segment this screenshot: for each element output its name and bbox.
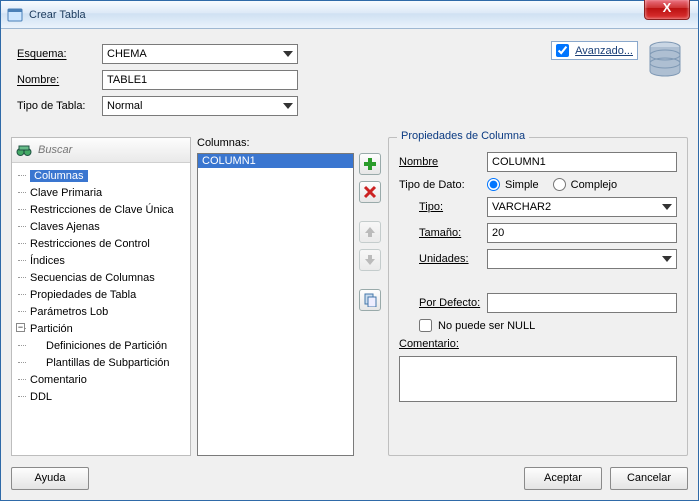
category-tree[interactable]: ColumnasClave PrimariaRestricciones de C… [12, 163, 190, 455]
search-bar [12, 138, 190, 163]
top-form: Esquema: CHEMA Nombre: Tipo de Tabla: No… [17, 41, 682, 129]
tree-item[interactable]: Comentario [18, 371, 188, 388]
prop-comment-textarea[interactable] [399, 356, 677, 402]
titlebar: Crear Tabla X [1, 1, 698, 29]
tabletype-combo[interactable]: Normal [102, 96, 298, 116]
window-close-button[interactable]: X [644, 0, 690, 20]
arrow-up-icon [364, 226, 376, 238]
copy-icon [363, 293, 377, 307]
tree-item[interactable]: Claves Ajenas [18, 218, 188, 235]
search-input[interactable] [36, 143, 186, 157]
binoculars-icon [16, 142, 32, 158]
tree-item[interactable]: Columnas [18, 167, 188, 184]
database-icon [648, 41, 682, 79]
prop-name-input[interactable] [487, 152, 677, 172]
prop-default-label: Por Defecto: [419, 297, 487, 309]
tree-item[interactable]: Propiedades de Tabla [18, 286, 188, 303]
advanced-label: Avanzado... [575, 45, 633, 57]
app-icon [7, 7, 23, 23]
datatype-complex-option[interactable]: Complejo [553, 178, 617, 191]
tree-item[interactable]: Secuencias de Columnas [18, 269, 188, 286]
schema-combo[interactable]: CHEMA [102, 44, 298, 64]
datatype-complex-radio[interactable] [553, 178, 566, 191]
columns-panel: Columnas: COLUMN1 [197, 137, 382, 456]
main-row: ColumnasClave PrimariaRestricciones de C… [11, 137, 688, 456]
tree-item[interactable]: Definiciones de Partición [18, 337, 188, 354]
tree-item[interactable]: Restricciones de Control [18, 235, 188, 252]
prop-units-label: Unidades: [419, 253, 487, 265]
datatype-simple-option[interactable]: Simple [487, 178, 539, 191]
column-properties-panel: Propiedades de Columna Nombre Tipo de Da… [388, 137, 688, 456]
arrow-down-icon [364, 254, 376, 266]
tree-item[interactable]: Clave Primaria [18, 184, 188, 201]
add-column-button[interactable] [359, 153, 381, 175]
properties-group-title: Propiedades de Columna [397, 130, 529, 142]
prop-type-combo[interactable]: VARCHAR2 [487, 197, 677, 217]
schema-label: Esquema: [17, 48, 102, 60]
columns-label: Columnas: [197, 137, 382, 153]
tree-item[interactable]: Parámetros Lob [18, 303, 188, 320]
category-panel: ColumnasClave PrimariaRestricciones de C… [11, 137, 191, 456]
tree-item[interactable]: Índices [18, 252, 188, 269]
prop-units-combo[interactable] [487, 249, 677, 269]
prop-size-label: Tamaño: [419, 227, 487, 239]
tree-item[interactable]: Plantillas de Subpartición [18, 354, 188, 371]
tabletype-label: Tipo de Tabla: [17, 100, 102, 112]
columns-list[interactable]: COLUMN1 [197, 153, 354, 456]
name-label: Nombre: [17, 74, 102, 86]
datatype-simple-radio[interactable] [487, 178, 500, 191]
advanced-checkbox[interactable] [556, 44, 569, 57]
dialog-window: Crear Tabla X Esquema: CHEMA Nombre: Tip… [0, 0, 699, 501]
column-list-item[interactable]: COLUMN1 [198, 154, 353, 168]
tree-item[interactable]: Restricciones de Clave Única [18, 201, 188, 218]
move-down-button[interactable] [359, 249, 381, 271]
button-bar: Ayuda Aceptar Cancelar [11, 464, 688, 492]
tree-expander-icon[interactable]: − [16, 323, 25, 332]
prop-notnull-option[interactable]: No puede ser NULL [419, 319, 535, 332]
prop-comment-label: Comentario: [399, 338, 487, 350]
plus-icon [363, 157, 377, 171]
table-name-input[interactable] [102, 70, 298, 90]
cancel-button[interactable]: Cancelar [610, 467, 688, 490]
prop-size-input[interactable] [487, 223, 677, 243]
window-title: Crear Tabla [29, 9, 86, 21]
prop-default-input[interactable] [487, 293, 677, 313]
ok-button[interactable]: Aceptar [524, 467, 602, 490]
column-toolbar [358, 153, 382, 456]
copy-column-button[interactable] [359, 289, 381, 311]
prop-notnull-checkbox[interactable] [419, 319, 432, 332]
dialog-body: Esquema: CHEMA Nombre: Tipo de Tabla: No… [1, 29, 698, 500]
remove-column-button[interactable] [359, 181, 381, 203]
prop-name-label: Nombre [399, 156, 487, 168]
x-icon [363, 185, 377, 199]
prop-datatype-label: Tipo de Dato: [399, 179, 487, 191]
prop-type-label: Tipo: [419, 201, 487, 213]
help-button[interactable]: Ayuda [11, 467, 89, 490]
advanced-toggle[interactable]: Avanzado... [551, 41, 638, 60]
tree-item[interactable]: DDL [18, 388, 188, 405]
move-up-button[interactable] [359, 221, 381, 243]
tree-item-partition[interactable]: −Partición [18, 320, 188, 337]
